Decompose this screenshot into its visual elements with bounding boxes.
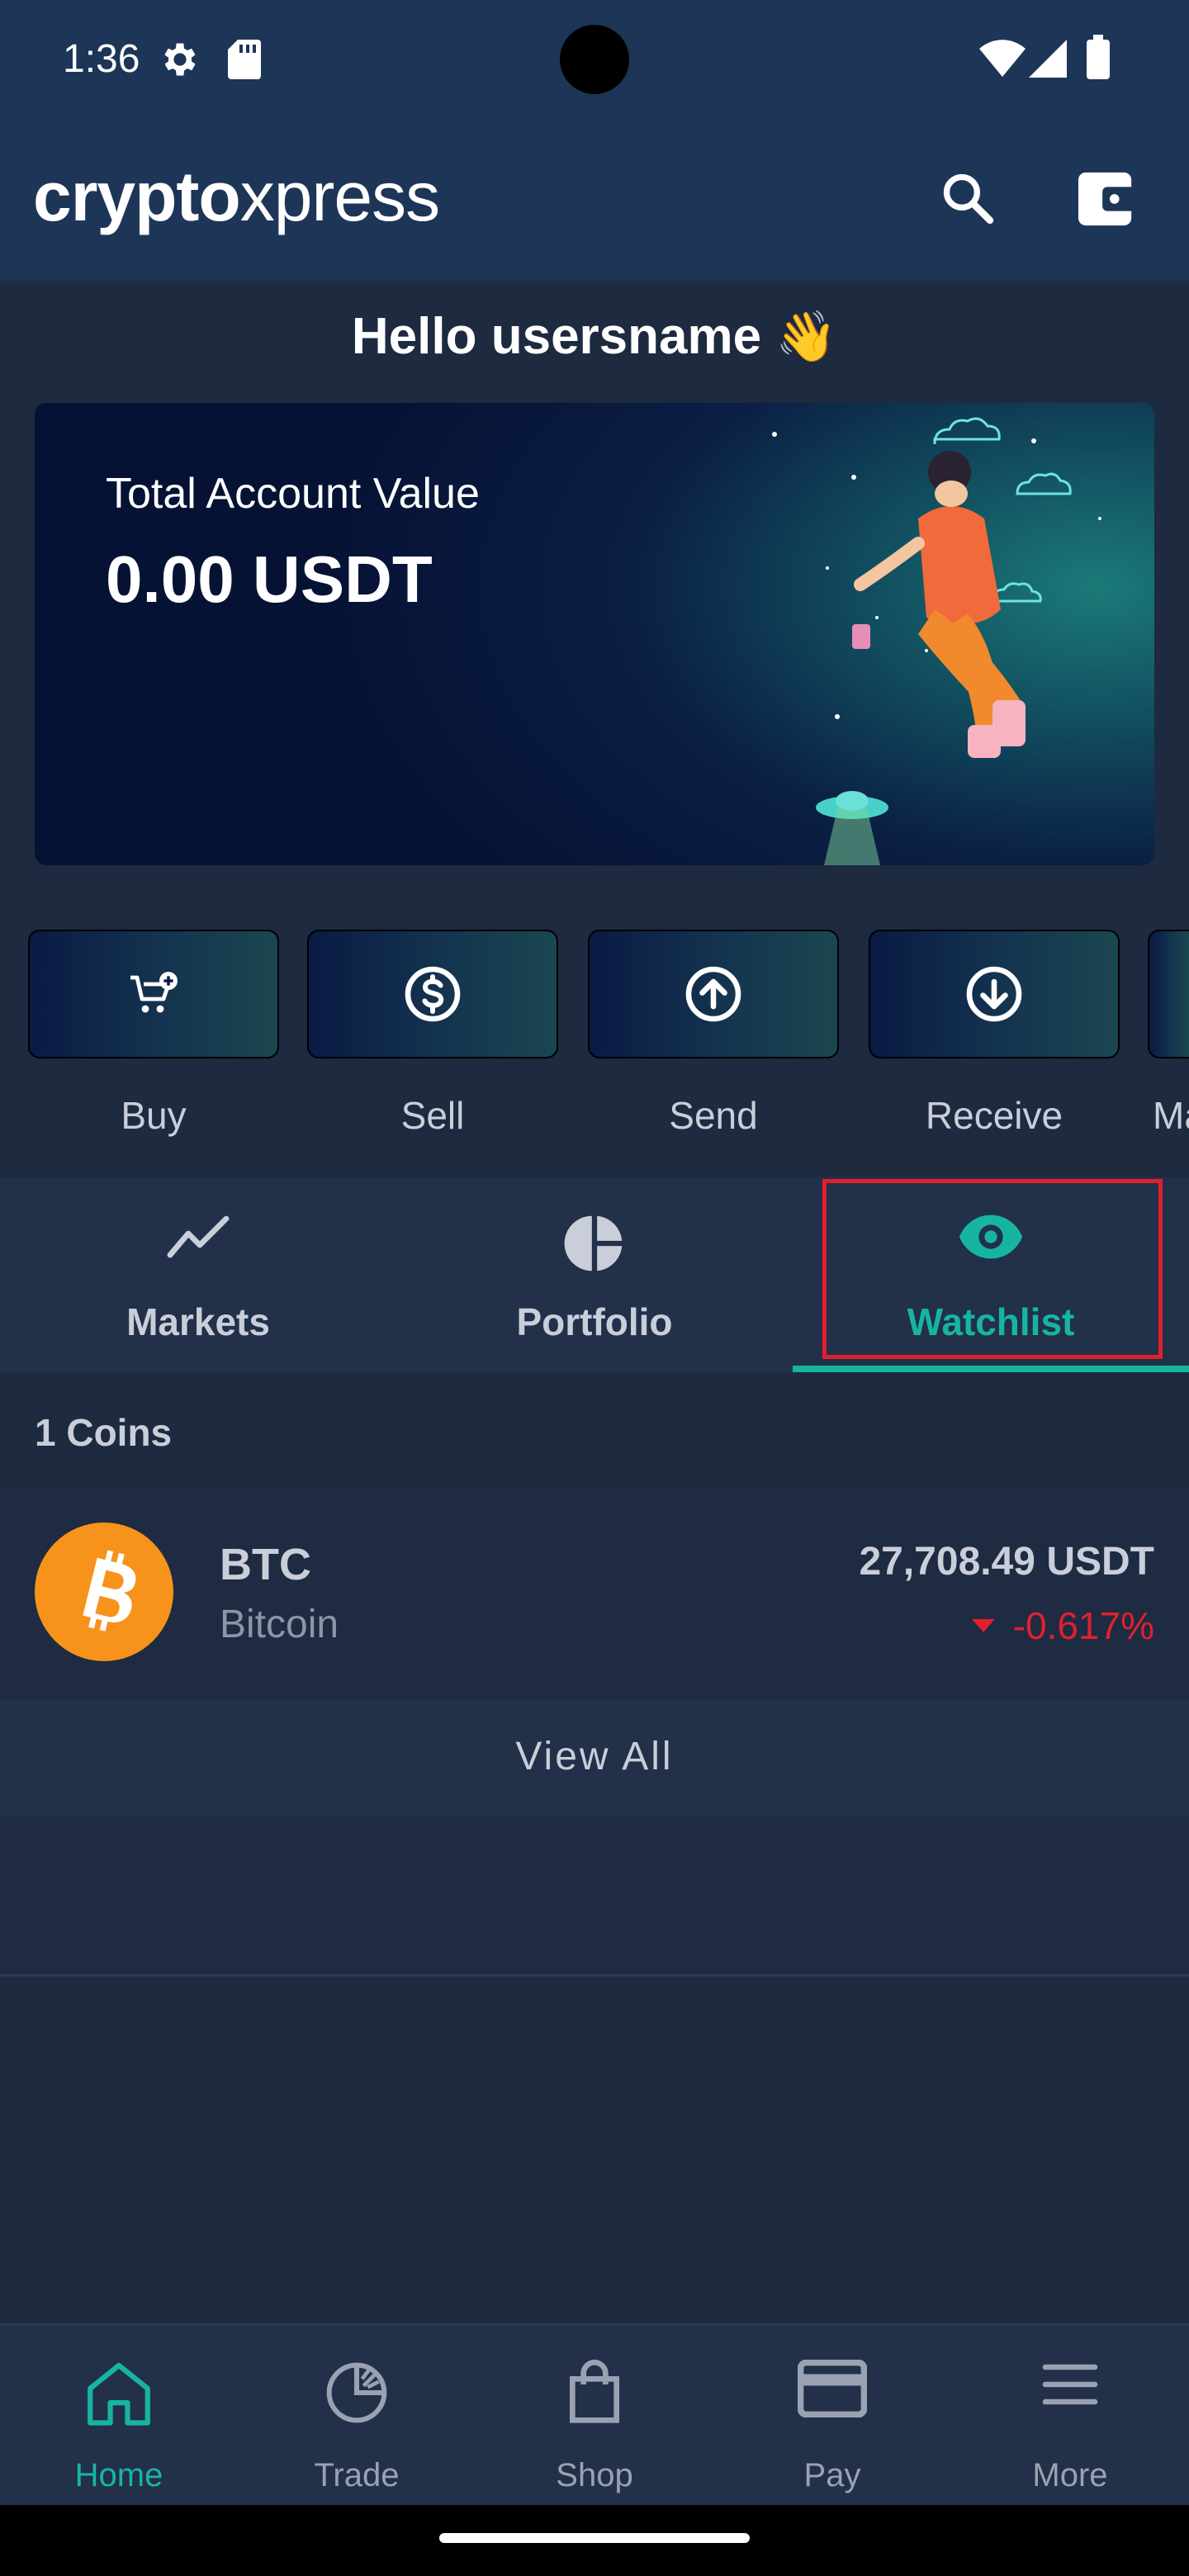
watchlist-header: 1 Coins — [0, 1380, 1189, 1481]
waving-hand-emoji: 👋 — [775, 309, 838, 364]
nav-more[interactable]: More — [951, 2325, 1189, 2507]
nav-pay-label: Pay — [803, 2457, 861, 2493]
shopping-bag-icon — [570, 2360, 619, 2423]
nav-pay[interactable]: Pay — [713, 2325, 951, 2507]
app-header: 1:36 cryptoxpress — [0, 0, 1189, 281]
receive-button[interactable] — [869, 930, 1120, 1058]
account-value-card: Total Account Value 0.00 USDT — [35, 403, 1154, 865]
nav-home-label: Home — [74, 2457, 163, 2493]
coin-change: -0.617% — [971, 1603, 1154, 1648]
bottom-navigation: Home Trade Shop Pay More — [0, 2323, 1189, 2505]
app-logo: cryptoxpress — [33, 162, 440, 231]
send-label: Send — [669, 1094, 758, 1137]
sd-card-icon — [228, 40, 261, 79]
nav-shop[interactable]: Shop — [476, 2325, 713, 2507]
account-value-label: Total Account Value — [106, 470, 480, 518]
greeting-text: Hello usersname — [351, 308, 762, 365]
floating-astronaut-illustration — [772, 417, 1101, 865]
wifi-icon — [979, 40, 1026, 77]
pie-chart-icon — [564, 1215, 623, 1271]
wallet-icon[interactable] — [1078, 172, 1136, 226]
view-all-label: View All — [515, 1735, 674, 1778]
nav-shop-label: Shop — [556, 2457, 633, 2493]
nav-trade[interactable]: Trade — [238, 2325, 476, 2507]
empty-section — [0, 1816, 1189, 1977]
watchlist-highlight-box — [822, 1179, 1163, 1359]
buy-label: Buy — [121, 1094, 187, 1137]
coin-change-value: -0.617% — [1012, 1604, 1154, 1647]
settings-gear-icon — [164, 43, 196, 76]
search-icon[interactable] — [940, 170, 996, 226]
home-gesture-handle[interactable] — [439, 2533, 750, 2543]
account-value-amount: 0.00 USDT — [106, 542, 433, 616]
active-tab-indicator — [793, 1366, 1189, 1372]
tab-portfolio[interactable]: Portfolio — [396, 1177, 793, 1372]
coin-name: Bitcoin — [220, 1603, 339, 1646]
receive-label: Receive — [925, 1094, 1063, 1137]
send-button[interactable] — [588, 930, 839, 1058]
sell-label: Sell — [400, 1094, 465, 1137]
more-actions-label-partial: Ma — [1153, 1094, 1189, 1137]
arrow-up-circle-icon — [685, 966, 741, 1022]
status-bar: 1:36 — [0, 0, 1189, 116]
view-all-button[interactable]: View All — [0, 1699, 1189, 1816]
sell-button[interactable] — [307, 930, 558, 1058]
nav-more-label: More — [1032, 2457, 1108, 2493]
greeting: Hello usersname 👋 — [0, 307, 1189, 366]
cellular-signal-icon — [1029, 40, 1067, 78]
gesture-bar — [0, 2505, 1189, 2576]
tab-markets[interactable]: Markets — [0, 1177, 396, 1372]
coin-count: 1 Coins — [35, 1411, 173, 1454]
coin-price: 27,708.49 USDT — [859, 1540, 1154, 1584]
bitcoin-logo-icon — [35, 1522, 173, 1661]
trend-line-icon — [167, 1215, 230, 1258]
home-icon — [88, 2362, 150, 2426]
status-time: 1:36 — [63, 37, 140, 81]
nav-home[interactable]: Home — [0, 2325, 238, 2507]
front-camera-cutout — [560, 25, 629, 94]
buy-button[interactable] — [28, 930, 279, 1058]
trade-chart-icon — [326, 2362, 387, 2423]
arrow-down-circle-icon — [966, 966, 1022, 1022]
tab-portfolio-label: Portfolio — [516, 1300, 673, 1343]
nav-trade-label: Trade — [314, 2457, 400, 2493]
card-icon — [798, 2360, 867, 2417]
dollar-circle-icon — [405, 966, 461, 1022]
logo-text-bold: crypto — [33, 158, 241, 235]
cart-plus-icon — [130, 972, 178, 1013]
logo-text-light: xpress — [239, 158, 440, 235]
battery-icon — [1087, 35, 1110, 79]
tab-markets-label: Markets — [126, 1300, 270, 1343]
more-actions-button-partial[interactable] — [1148, 930, 1189, 1058]
down-triangle-icon — [971, 1618, 995, 1632]
quick-actions: Buy Sell Send Receive Ma — [0, 930, 1189, 1144]
watchlist-row-btc[interactable]: BTC Bitcoin 27,708.49 USDT -0.617% — [0, 1488, 1189, 1694]
coin-symbol: BTC — [220, 1540, 311, 1589]
menu-icon — [1042, 2364, 1098, 2405]
